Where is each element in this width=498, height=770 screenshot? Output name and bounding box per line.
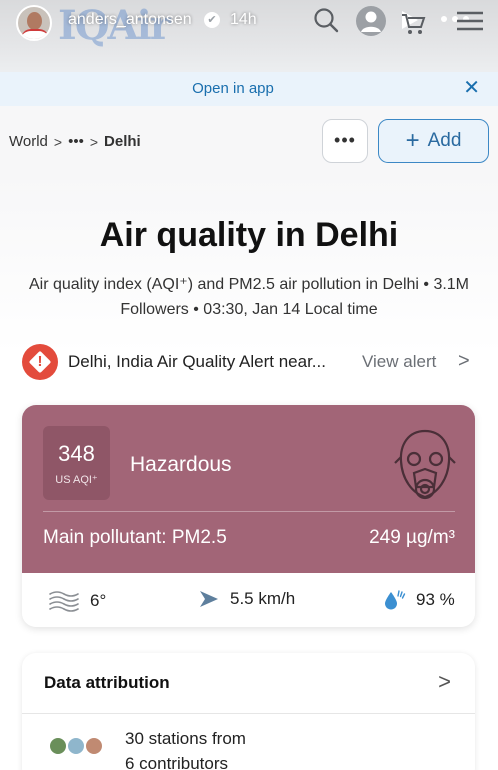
aqi-card[interactable]: 348 US AQI⁺ Hazardous Main pollutant: PM…: [22, 405, 475, 627]
story-time: 14h: [230, 11, 257, 28]
open-in-app-label[interactable]: Open in app: [0, 80, 466, 97]
add-button[interactable]: + Add: [378, 119, 489, 163]
stations-count[interactable]: 30 stations from 6 contributors: [125, 726, 246, 770]
aqi-value: 348: [58, 441, 95, 466]
main-content: Air quality in Delhi Air quality index (…: [0, 176, 498, 770]
story-username[interactable]: anders_antonsen: [68, 11, 192, 29]
air-quality-alert[interactable]: ! Delhi, India Air Quality Alert near...…: [22, 343, 478, 381]
data-attribution-title: Data attribution: [44, 673, 170, 692]
profile-icon[interactable]: [355, 5, 387, 37]
pollutant-concentration: 249 µg/m³: [369, 527, 455, 548]
aqi-unit: US AQI⁺: [55, 474, 98, 486]
humidity: 93 %: [382, 589, 455, 611]
humidity-icon: [385, 590, 406, 610]
contributor-logo: [48, 736, 68, 756]
divider: [43, 511, 455, 512]
breadcrumb-bar: World > ••• > Delhi ••• + Add: [0, 106, 498, 176]
haze-icon: [49, 591, 79, 612]
search-icon[interactable]: [312, 6, 340, 34]
main-pollutant: Main pollutant: PM2.5: [43, 527, 227, 548]
story-header: IQAir anders_antonsen ✔ 14h: [0, 0, 498, 72]
chevron-right-icon: >: [89, 133, 99, 150]
add-button-label: Add: [427, 130, 462, 151]
chevron-right-icon[interactable]: >: [458, 350, 470, 373]
contributor-logo: [66, 736, 86, 756]
alert-text: Delhi, India Air Quality Alert near...: [68, 352, 326, 371]
warning-icon: !: [22, 344, 58, 380]
breadcrumb-world[interactable]: World: [9, 133, 48, 150]
breadcrumb-ellipsis[interactable]: •••: [68, 133, 84, 150]
temperature: 6°: [48, 589, 106, 613]
divider: [22, 713, 475, 714]
data-attribution-card[interactable]: Data attribution > 30 stations from 6 co…: [22, 653, 475, 770]
weather-strip: 6° 5.5 km/h 93 %: [22, 573, 475, 627]
wind: 5.5 km/h: [198, 589, 295, 609]
view-alert-link[interactable]: View alert: [362, 352, 436, 372]
wind-direction-icon: [200, 591, 218, 607]
chevron-right-icon[interactable]: >: [438, 669, 451, 695]
user-avatar[interactable]: [16, 5, 52, 41]
menu-icon[interactable]: [455, 10, 485, 32]
wind-value: 5.5 km/h: [230, 589, 296, 608]
cart-icon[interactable]: [400, 12, 426, 36]
open-in-app-banner[interactable]: Open in app ✕: [0, 72, 498, 106]
plus-icon: +: [405, 127, 420, 154]
humidity-value: 93 %: [416, 590, 455, 609]
aqi-card-header: 348 US AQI⁺ Hazardous Main pollutant: PM…: [22, 405, 475, 573]
page-subtitle: Air quality index (AQI⁺) and PM2.5 air p…: [28, 276, 470, 318]
breadcrumb-delhi: Delhi: [104, 133, 141, 150]
verified-icon: ✔: [204, 12, 220, 28]
more-options-button[interactable]: •••: [322, 119, 368, 163]
aqi-level: Hazardous: [130, 453, 232, 476]
breadcrumb: World > ••• > Delhi: [9, 133, 141, 150]
temperature-value: 6°: [90, 591, 107, 610]
page-title: Air quality in Delhi: [99, 216, 399, 254]
aqi-value-box: 348 US AQI⁺: [43, 426, 110, 500]
contributor-avatar: [84, 736, 104, 756]
chevron-right-icon: >: [53, 133, 63, 150]
close-icon[interactable]: ✕: [463, 78, 480, 98]
gas-mask-icon: [394, 429, 456, 500]
